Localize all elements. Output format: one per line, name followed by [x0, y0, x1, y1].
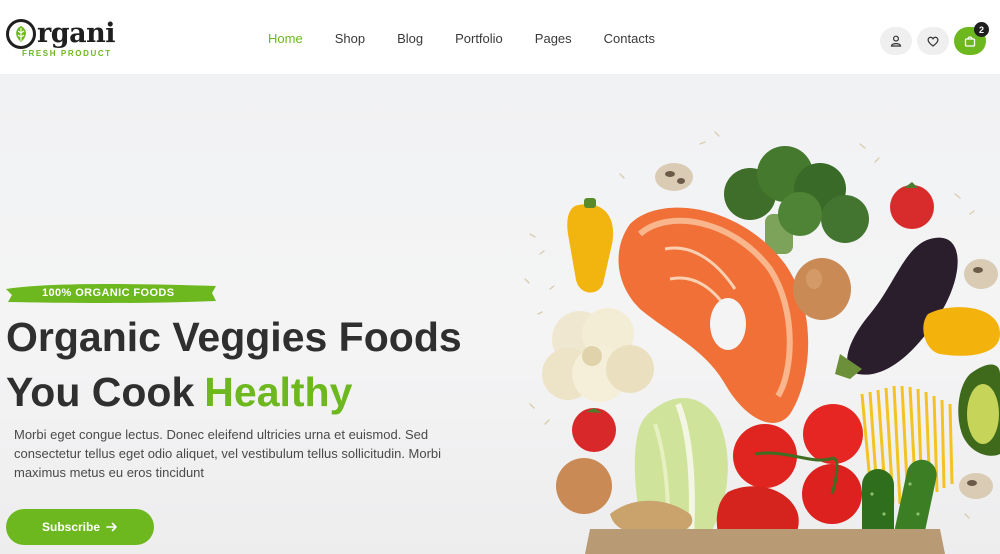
nav-item-portfolio[interactable]: Portfolio [455, 31, 503, 47]
headline-line-1: Organic Veggies Foods [6, 314, 462, 360]
main-nav: Home Shop Blog Portfolio Pages Contacts [268, 31, 687, 47]
nav-item-pages[interactable]: Pages [535, 31, 572, 47]
subscribe-label: Subscribe [41, 520, 101, 534]
headline-line-2: You Cook [6, 369, 195, 415]
nav-item-contacts[interactable]: Contacts [604, 31, 655, 47]
hero-headline: Organic Veggies Foods You Cook Healthy [6, 310, 462, 420]
cart-button[interactable]: 2 [954, 22, 989, 55]
nav-item-shop[interactable]: Shop [335, 31, 365, 47]
logo[interactable]: rgani FRESH PRODUCT [6, 18, 122, 62]
leaf-icon [6, 19, 36, 49]
headline-accent: Healthy [204, 369, 353, 415]
nav-item-home[interactable]: Home [268, 31, 303, 47]
hero-description: Morbi eget congue lectus. Donec eleifend… [14, 427, 442, 480]
hero-produce-image [524, 131, 1000, 554]
header-actions: 2 [880, 22, 989, 55]
arrow-right-icon [106, 522, 117, 532]
shopping-bag-icon [964, 36, 976, 47]
site-header: rgani FRESH PRODUCT Home Shop Blog Portf… [0, 0, 1000, 74]
nav-item-blog[interactable]: Blog [397, 31, 423, 47]
account-button[interactable] [880, 27, 912, 55]
heart-icon [927, 36, 939, 47]
user-icon [890, 35, 902, 47]
cart-count-badge: 2 [974, 22, 989, 37]
logo-tagline: FRESH PRODUCT [22, 49, 112, 58]
hero-banner: 100% ORGANIC FOODS Organic Veggies Foods… [0, 74, 1000, 554]
wishlist-button[interactable] [917, 27, 949, 55]
hero-tag: 100% ORGANIC FOODS [42, 287, 175, 299]
subscribe-button[interactable]: Subscribe [6, 509, 154, 545]
logo-text: rgani [37, 18, 116, 49]
